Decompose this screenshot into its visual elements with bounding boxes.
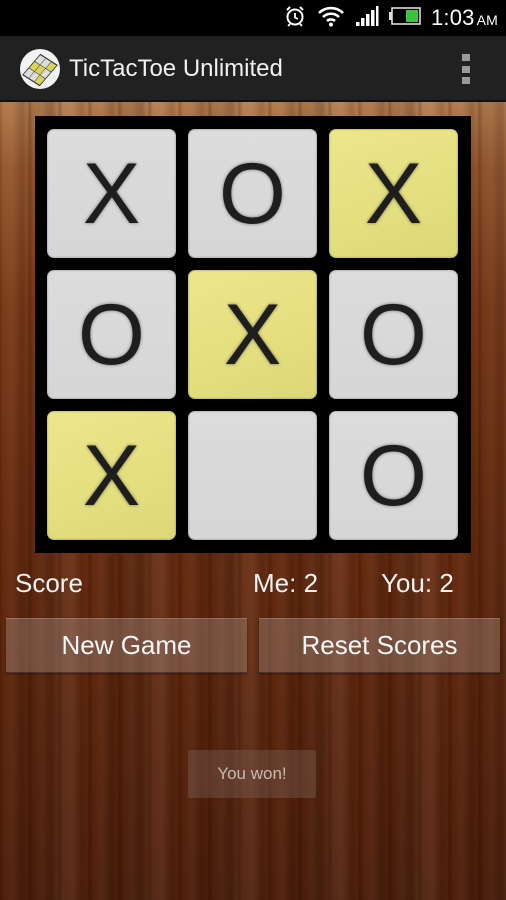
reset-scores-button[interactable]: Reset Scores — [259, 618, 500, 673]
board-cell[interactable] — [188, 411, 317, 540]
new-game-button[interactable]: New Game — [6, 618, 247, 673]
overflow-dot — [462, 77, 470, 84]
cell-mark: X — [223, 286, 282, 383]
cell-mark: X — [82, 427, 141, 524]
cell-mark: O — [78, 286, 145, 383]
board-cell[interactable]: X — [188, 270, 317, 399]
overflow-dot — [462, 65, 470, 73]
board-cell[interactable]: X — [47, 129, 176, 258]
alarm-icon — [283, 4, 307, 32]
score-you: You: 2 — [381, 568, 454, 598]
clock-ampm: AM — [476, 12, 498, 28]
board-cell[interactable]: O — [188, 129, 317, 258]
board-cell[interactable]: O — [47, 270, 176, 399]
battery-icon — [388, 6, 421, 30]
wifi-icon — [317, 5, 345, 31]
game-screen: X O X O X O X O Score Me: 2 You: 2 New G… — [0, 102, 506, 900]
score-row: Score Me: 2 You: 2 — [0, 568, 506, 608]
score-label: Score — [15, 568, 83, 598]
app-title: TicTacToe Unlimited — [69, 55, 283, 82]
board-cell[interactable]: O — [329, 411, 458, 540]
cell-mark: O — [360, 427, 427, 524]
game-board: X O X O X O X O — [35, 116, 471, 553]
tictactoe-board-icon[interactable] — [20, 49, 60, 89]
status-icons: 1:03 AM — [283, 0, 498, 36]
cell-mark: X — [82, 145, 141, 242]
board-cell[interactable]: X — [47, 411, 176, 540]
cell-mark: O — [219, 145, 286, 242]
score-me: Me: 2 — [253, 568, 319, 598]
overflow-menu-icon[interactable] — [462, 54, 472, 84]
signal-icon — [355, 5, 379, 31]
overflow-dot — [462, 54, 470, 61]
clock: 1:03 AM — [431, 5, 498, 31]
status-bar: 1:03 AM — [0, 0, 506, 36]
board-cell[interactable]: X — [329, 129, 458, 258]
cell-mark: O — [360, 286, 427, 383]
action-bar: TicTacToe Unlimited — [0, 36, 506, 102]
cell-mark: X — [364, 145, 423, 242]
board-cell[interactable]: O — [329, 270, 458, 399]
toast-message: You won! — [188, 750, 316, 798]
clock-time: 1:03 — [430, 5, 475, 30]
